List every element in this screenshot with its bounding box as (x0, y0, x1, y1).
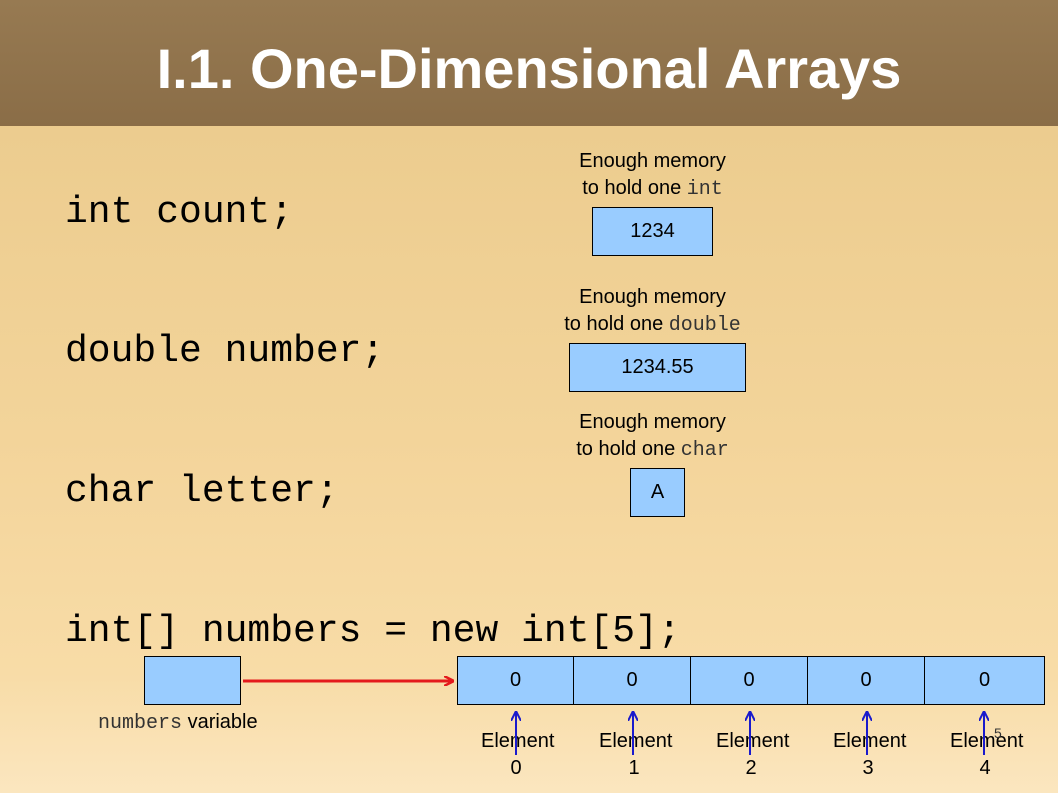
arrows-layer (243, 0, 1058, 755)
